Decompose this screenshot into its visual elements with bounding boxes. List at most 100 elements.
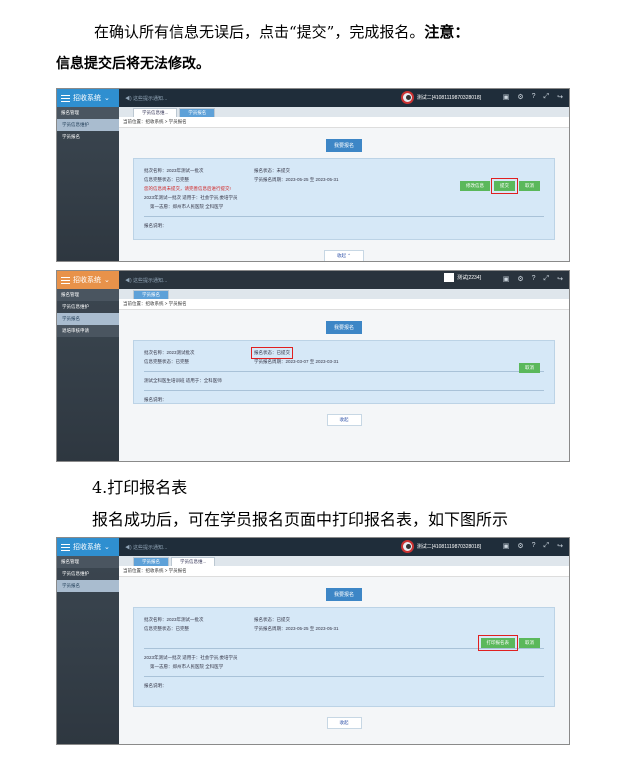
tab-info[interactable]: 学员信息维... [133,108,178,117]
submit-button[interactable]: 提交 [491,178,518,194]
remark-label: 报名说明： [144,397,167,402]
gear-icon[interactable]: ⚙ [517,93,523,101]
main-area: 学员报名 当前位置：招收系统 > 学员报名 我要报名 批次名称：2023测试批次… [119,289,569,461]
user-info[interactable]: 测试[2234] [444,273,481,282]
notice-text: ◀) 这些提示通知... [125,277,168,284]
section-heading: 4.打印报名表 [92,478,188,497]
message-icon[interactable]: ▣ [503,542,510,550]
collapse-button[interactable]: 收起 [326,717,362,729]
chevron-down-icon: ⌄ [104,95,110,102]
status-text: 报名状态：未提交 [254,168,290,173]
paragraph-note: 信息提交后将无法修改。 [56,56,210,72]
breadcrumb: 当前位置：招收系统 > 学员报名 [119,566,569,577]
tab-info[interactable]: 学员信息维... [171,557,216,566]
cancel-button[interactable]: 取消 [519,638,540,648]
gear-icon[interactable]: ⚙ [517,542,523,550]
note-label: 注意： [424,23,470,41]
screenshot-print: 招收系统 ⌄ ◀) 这些提示通知... 测试二[41081119870328018… [56,537,570,745]
submit-instruction: 在确认所有信息无误后，点击“提交”，完成报名。 [94,23,425,41]
app-logo[interactable]: 招收系统 ⌄ [57,271,119,289]
enroll-button[interactable]: 我要报名 [325,321,362,334]
print-button[interactable]: 打印报名表 [477,635,518,651]
chevron-down-icon: ⌄ [104,544,110,551]
help-icon[interactable]: ? [532,275,536,283]
remark-label: 报名说明： [144,223,167,228]
collapse-button[interactable]: 收起 [326,414,362,426]
breadcrumb: 当前位置：招收系统 > 学员报名 [119,117,569,128]
batch-detail: 测试全科医生培训班 适用于：全科医师 [144,378,222,383]
tab-enroll[interactable]: 学员报名 [179,108,216,117]
enroll-button[interactable]: 我要报名 [325,588,362,601]
logout-icon[interactable]: ↪ [557,542,563,550]
user-info[interactable]: 测试二[41081119870328018] [400,540,481,553]
remark-label: 报名说明： [144,683,167,688]
enroll-panel: 批次名称：2023年测试一批次 报名状态：已提交 信息完整状态：已完整 学员报名周期… [133,607,555,707]
sidebar-head[interactable]: 报名管理 [57,289,119,301]
collapse-button[interactable]: 收起 ⌃ [323,250,365,261]
status-text: 报名状态：已提交 [251,347,293,359]
user-name: 测试二[41081119870328018] [416,544,481,550]
gear-icon[interactable]: ⚙ [517,275,523,283]
tab-enroll[interactable]: 学员报名 [133,557,169,566]
help-icon[interactable]: ? [532,542,536,550]
menu-icon[interactable] [61,276,70,284]
sidebar-item-enroll[interactable]: 学员报名 [57,131,119,143]
sidebar: 报名管理 学员信息维护 学员报名 退培审核申请 [57,289,119,461]
notice-text: ◀) 这些提示通知... [125,544,168,551]
sidebar-item-info[interactable]: 学员信息维护 [57,568,119,580]
user-name: 测试二[41081119870328018] [416,95,481,101]
app-logo[interactable]: 招收系统 ⌄ [57,538,119,556]
expand-icon[interactable]: ⤢ [544,93,550,101]
sidebar: 报名管理 学员信息维护 学员报名 [57,556,119,744]
expand-icon[interactable]: ⤢ [544,542,550,550]
enroll-panel: 批次名称：2023测试批次 报名状态：已提交 信息完整状态：已完整 学员报名周期：2… [133,340,555,404]
sidebar-item-withdraw[interactable]: 退培审核申请 [57,325,119,337]
info-status: 信息完整状态：已完整 [144,626,189,631]
sidebar-head[interactable]: 报名管理 [57,107,119,119]
message-icon[interactable]: ▣ [503,93,510,101]
info-status: 信息完整状态：已完整 [144,359,189,364]
cancel-button[interactable]: 取消 [519,363,540,373]
message-icon[interactable]: ▣ [503,275,510,283]
sidebar: 报名管理 学员信息维护 学员报名 [57,107,119,261]
info-status: 信息完整状态：已完整 [144,177,189,182]
period-text: 学员报名周期：2023-05-25 至 2023-05-31 [254,626,339,631]
first-choice: 第一志愿：郑州市人民医院 全科医学 [150,204,224,209]
enroll-panel: 批次名称：2023年测试一批次 报名状态：未提交 信息完整状态：已完整 学员报名周期… [133,158,555,240]
status-text: 报名状态：已提交 [254,617,290,622]
sidebar-head[interactable]: 报名管理 [57,556,119,568]
user-info[interactable]: 测试二[41081119870328018] [400,91,481,104]
help-icon[interactable]: ? [532,93,536,101]
period-text: 学员报名周期：2023-05-25 至 2023-05-31 [254,177,339,182]
enroll-button[interactable]: 我要报名 [325,139,362,152]
logout-icon[interactable]: ↪ [557,93,563,101]
batch-detail: 2023年测试一批次 适用于：社会学员,委培学员 [144,195,238,200]
avatar [400,540,414,553]
cancel-button[interactable]: 取消 [519,181,540,191]
main-area: 学员信息维... 学员报名 当前位置：招收系统 > 学员报名 我要报名 批次名称：… [119,107,569,261]
chevron-down-icon: ⌄ [104,277,110,284]
menu-icon[interactable] [61,94,70,102]
batch-name: 批次名称：2023测试批次 [144,350,195,355]
modify-button[interactable]: 修改信息 [460,181,490,191]
flag-icon [444,273,455,282]
paragraph-print: 报名成功后，可在学员报名页面中打印报名表，如下图所示 [92,510,509,529]
notice-text: ◀) 这些提示通知... [125,95,168,102]
period-text: 学员报名周期：2023-03-07 至 2023-03-31 [254,359,339,364]
screenshot-submit: 招收系统 ⌄ ◀) 这些提示通知... 测试二[41081119870328018… [56,88,570,262]
logout-icon[interactable]: ↪ [557,275,563,283]
top-bar: 招收系统 ⌄ ◀) 这些提示通知... 测试[2234] ▣ ⚙? ⤢ ↪ [57,271,569,289]
tab-enroll[interactable]: 学员报名 [133,290,169,299]
sidebar-item-enroll[interactable]: 学员报名 [57,580,119,592]
menu-icon[interactable] [61,543,70,551]
sidebar-item-info[interactable]: 学员信息维护 [57,119,119,131]
batch-name: 批次名称：2023年测试一批次 [144,617,204,622]
expand-icon[interactable]: ⤢ [544,275,550,283]
app-name: 招收系统 [73,544,101,551]
sidebar-item-info[interactable]: 学员信息维护 [57,301,119,313]
breadcrumb: 当前位置：招收系统 > 学员报名 [119,299,569,310]
avatar [400,91,414,104]
sidebar-item-enroll[interactable]: 学员报名 [57,313,119,325]
app-logo[interactable]: 招收系统 ⌄ [57,89,119,107]
top-bar: 招收系统 ⌄ ◀) 这些提示通知... 测试二[41081119870328018… [57,89,569,107]
